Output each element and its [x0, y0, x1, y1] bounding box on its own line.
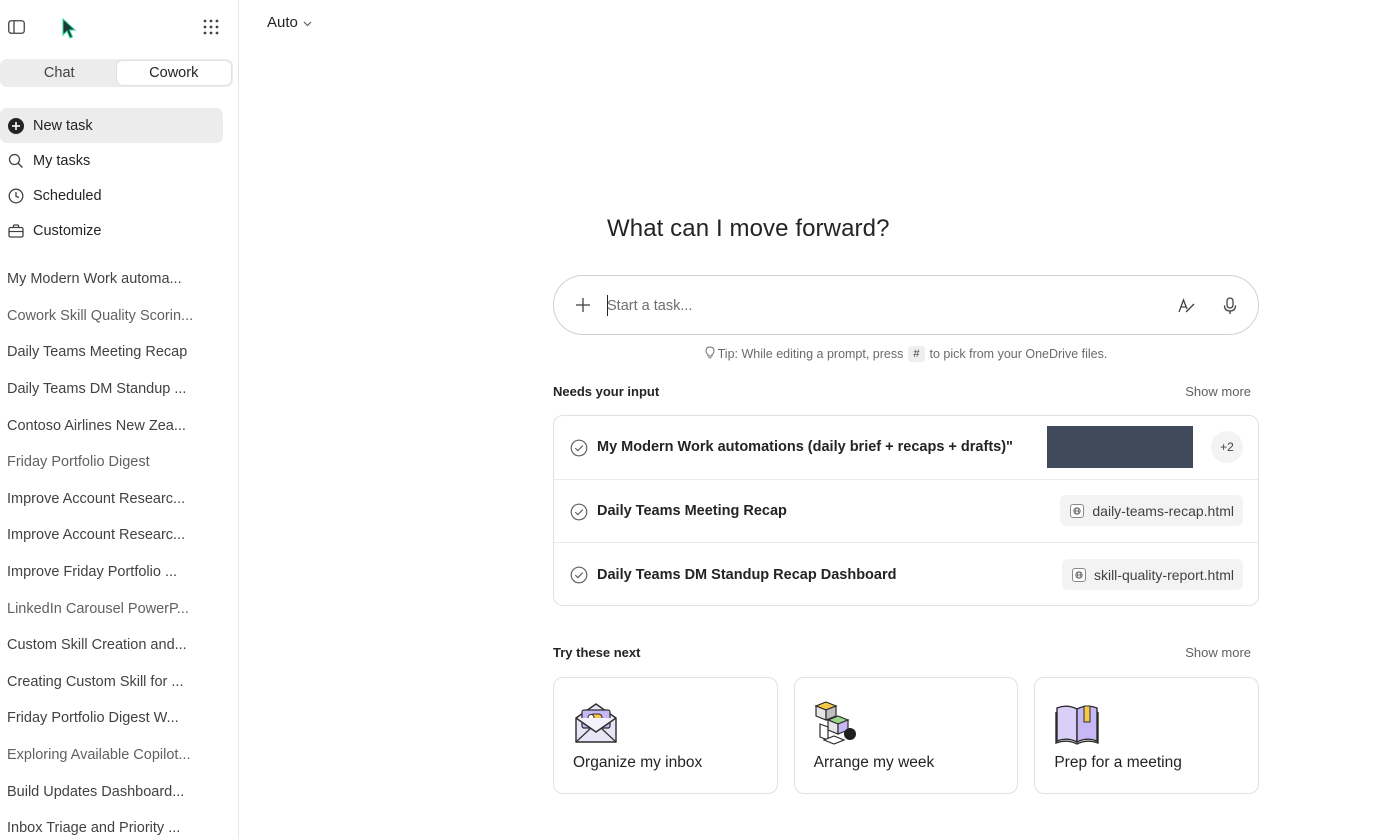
check-circle-icon — [570, 503, 588, 521]
book-icon — [1054, 700, 1100, 746]
try-next-header: Try these next Show more — [553, 645, 1251, 660]
clock-icon — [7, 187, 25, 205]
check-circle-icon — [570, 439, 588, 457]
section-title: Try these next — [553, 645, 641, 660]
mode-switcher: Chat Cowork — [0, 59, 233, 87]
more-files-chip[interactable]: +2 — [1211, 431, 1243, 463]
recent-task-item[interactable]: Custom Skill Creation and... — [0, 627, 238, 664]
sidebar: Chat Cowork New task My tasks Scheduled — [0, 0, 239, 839]
task-row[interactable]: Daily Teams DM Standup Recap Dashboard s… — [554, 543, 1258, 605]
search-icon — [7, 152, 25, 170]
nav-label: My tasks — [33, 152, 91, 169]
recent-task-item[interactable]: LinkedIn Carousel PowerP... — [0, 590, 238, 627]
globe-file-icon — [1071, 567, 1086, 582]
sidebar-header — [0, 0, 238, 54]
check-circle-icon — [570, 566, 588, 584]
recent-task-item[interactable]: Improve Friday Portfolio ... — [0, 554, 238, 591]
recent-task-item[interactable]: Build Updates Dashboard... — [0, 773, 238, 810]
page-title: What can I move forward? — [607, 215, 890, 242]
recent-task-item[interactable]: Daily Teams Meeting Recap — [0, 334, 238, 371]
task-row-title: Daily Teams DM Standup Recap Dashboard — [597, 566, 897, 583]
task-composer — [553, 275, 1259, 335]
recent-task-item[interactable]: Daily Teams DM Standup ... — [0, 371, 238, 408]
nav-label: Scheduled — [33, 188, 102, 205]
tab-cowork[interactable]: Cowork — [116, 61, 231, 85]
mouse-cursor-icon — [62, 17, 78, 40]
suggestion-card-week[interactable]: Arrange my week — [793, 677, 1019, 794]
tip-text: Tip: While editing a prompt, press # to … — [553, 346, 1259, 362]
text-caret — [607, 295, 608, 316]
recent-task-item[interactable]: Friday Portfolio Digest W... — [0, 700, 238, 737]
needs-input-header: Needs your input Show more — [553, 384, 1251, 399]
recent-task-item[interactable]: Cowork Skill Quality Scorin... — [0, 298, 238, 335]
card-label: Prep for a meeting — [1054, 754, 1182, 771]
plus-circle-icon — [7, 117, 25, 135]
customize-button[interactable]: Customize — [0, 214, 223, 249]
model-label: Auto — [267, 14, 298, 31]
briefcase-icon — [7, 222, 25, 240]
recent-task-item[interactable]: Creating Custom Skill for ... — [0, 664, 238, 701]
sidebar-toggle-icon[interactable] — [6, 17, 26, 37]
task-row[interactable]: Daily Teams Meeting Recap daily-teams-re… — [554, 480, 1258, 543]
tip-after: to pick from your OneDrive files. — [929, 347, 1108, 361]
show-more-link[interactable]: Show more — [1185, 645, 1251, 660]
new-task-button[interactable]: New task — [0, 108, 223, 143]
scheduled-button[interactable]: Scheduled — [0, 179, 223, 214]
file-name: skill-quality-report.html — [1093, 566, 1234, 583]
section-title: Needs your input — [553, 384, 660, 399]
microphone-icon[interactable] — [1220, 295, 1240, 317]
nav-label: New task — [33, 117, 93, 134]
main-panel: Auto What can I move forward? Tip: While… — [240, 0, 1400, 839]
envelope-icon — [573, 700, 619, 746]
task-row-title: Daily Teams Meeting Recap — [597, 502, 787, 519]
task-input[interactable] — [607, 294, 1147, 318]
add-attachment-icon[interactable] — [574, 296, 592, 314]
recent-task-item[interactable]: Exploring Available Copilot... — [0, 737, 238, 774]
chevron-down-icon — [303, 14, 312, 31]
file-chip[interactable]: skill-quality-report.html — [1061, 559, 1243, 591]
blocks-icon — [814, 700, 860, 746]
my-tasks-button[interactable]: My tasks — [0, 143, 223, 178]
needs-input-list: My Modern Work automations (daily brief … — [553, 415, 1259, 606]
task-row-title: My Modern Work automations (daily brief … — [597, 439, 1013, 456]
redacted-block — [1047, 426, 1193, 468]
globe-file-icon — [1070, 503, 1085, 518]
recent-task-item[interactable]: Contoso Airlines New Zea... — [0, 407, 238, 444]
suggestion-card-meeting[interactable]: Prep for a meeting — [1034, 677, 1260, 794]
recent-task-item[interactable]: Improve Account Researc... — [0, 517, 238, 554]
sidebar-nav: New task My tasks Scheduled Customize — [0, 108, 223, 249]
recent-tasks-list: My Modern Work automa... Cowork Skill Qu… — [0, 261, 238, 839]
tip-key: # — [908, 346, 925, 362]
nav-label: Customize — [33, 223, 102, 240]
recent-task-item[interactable]: Inbox Triage and Priority ... — [0, 810, 238, 839]
prompt-style-icon[interactable] — [1176, 295, 1198, 317]
show-more-link[interactable]: Show more — [1185, 384, 1251, 399]
tab-chat[interactable]: Chat — [2, 61, 117, 85]
file-chip[interactable]: daily-teams-recap.html — [1060, 495, 1243, 527]
tip-before: Tip: While editing a prompt, press — [717, 347, 904, 361]
recent-task-item[interactable]: Improve Account Researc... — [0, 481, 238, 518]
suggestion-card-inbox[interactable]: Organize my inbox — [553, 677, 778, 794]
task-row[interactable]: My Modern Work automations (daily brief … — [554, 416, 1258, 480]
file-name: daily-teams-recap.html — [1092, 502, 1234, 519]
suggestion-cards: Organize my inbox Arrange my week Prep f… — [553, 677, 1260, 794]
lightbulb-icon — [705, 346, 715, 362]
card-label: Arrange my week — [813, 754, 935, 771]
app-launcher-icon[interactable] — [201, 17, 221, 37]
model-selector[interactable]: Auto — [267, 14, 312, 31]
card-label: Organize my inbox — [573, 754, 703, 771]
recent-task-item[interactable]: Friday Portfolio Digest — [0, 444, 238, 481]
recent-task-item[interactable]: My Modern Work automa... — [0, 261, 238, 298]
